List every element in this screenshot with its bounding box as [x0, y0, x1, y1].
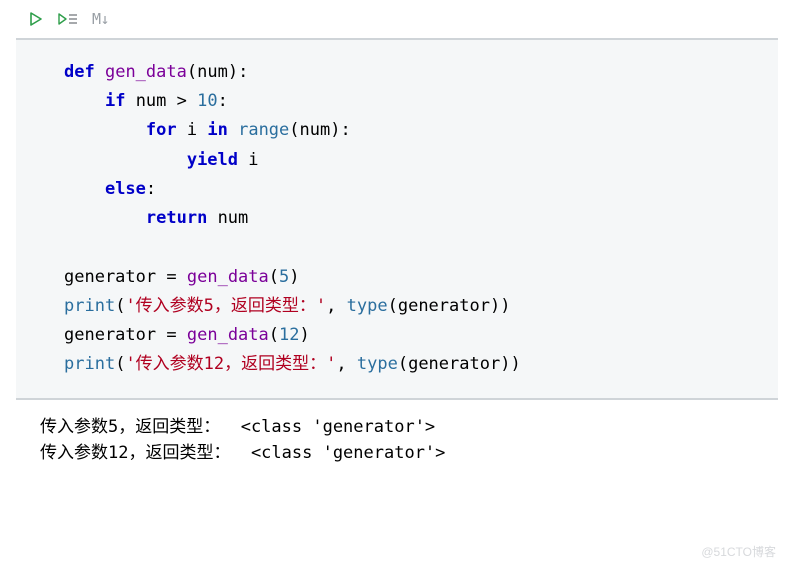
builtin-print: print: [64, 296, 115, 316]
string-literal: '传入参数12，返回类型：': [125, 354, 336, 374]
literal-12: 12: [279, 325, 299, 345]
watermark: @51CTO博客: [701, 543, 776, 560]
output-line: 传入参数12，返回类型： <class 'generator'>: [40, 443, 445, 463]
notebook-cell: M↓ def gen_data(num): if num > 10: for i…: [0, 0, 794, 474]
keyword-in: in: [207, 120, 227, 140]
run-cell-icon[interactable]: [24, 10, 48, 28]
keyword-for: for: [146, 120, 177, 140]
run-and-select-icon[interactable]: [56, 10, 80, 28]
literal-5: 5: [279, 267, 289, 287]
cell-output: 传入参数5，返回类型： <class 'generator'> 传入参数12，返…: [16, 400, 778, 467]
string-literal: '传入参数5，返回类型：': [125, 296, 326, 316]
keyword-def: def: [64, 62, 95, 82]
code-editor[interactable]: def gen_data(num): if num > 10: for i in…: [16, 38, 778, 400]
var-generator: generator: [64, 267, 156, 287]
keyword-else: else: [105, 179, 146, 199]
keyword-yield: yield: [187, 150, 238, 170]
literal-10: 10: [197, 91, 217, 111]
keyword-return: return: [146, 208, 207, 228]
keyword-if: if: [105, 91, 125, 111]
builtin-range: range: [238, 120, 289, 140]
function-name: gen_data: [105, 62, 187, 82]
markdown-toggle[interactable]: M↓: [92, 10, 109, 28]
param-num: num: [197, 62, 228, 82]
output-line: 传入参数5，返回类型： <class 'generator'>: [40, 417, 435, 437]
cell-toolbar: M↓: [16, 6, 778, 34]
builtin-type: type: [347, 296, 388, 316]
